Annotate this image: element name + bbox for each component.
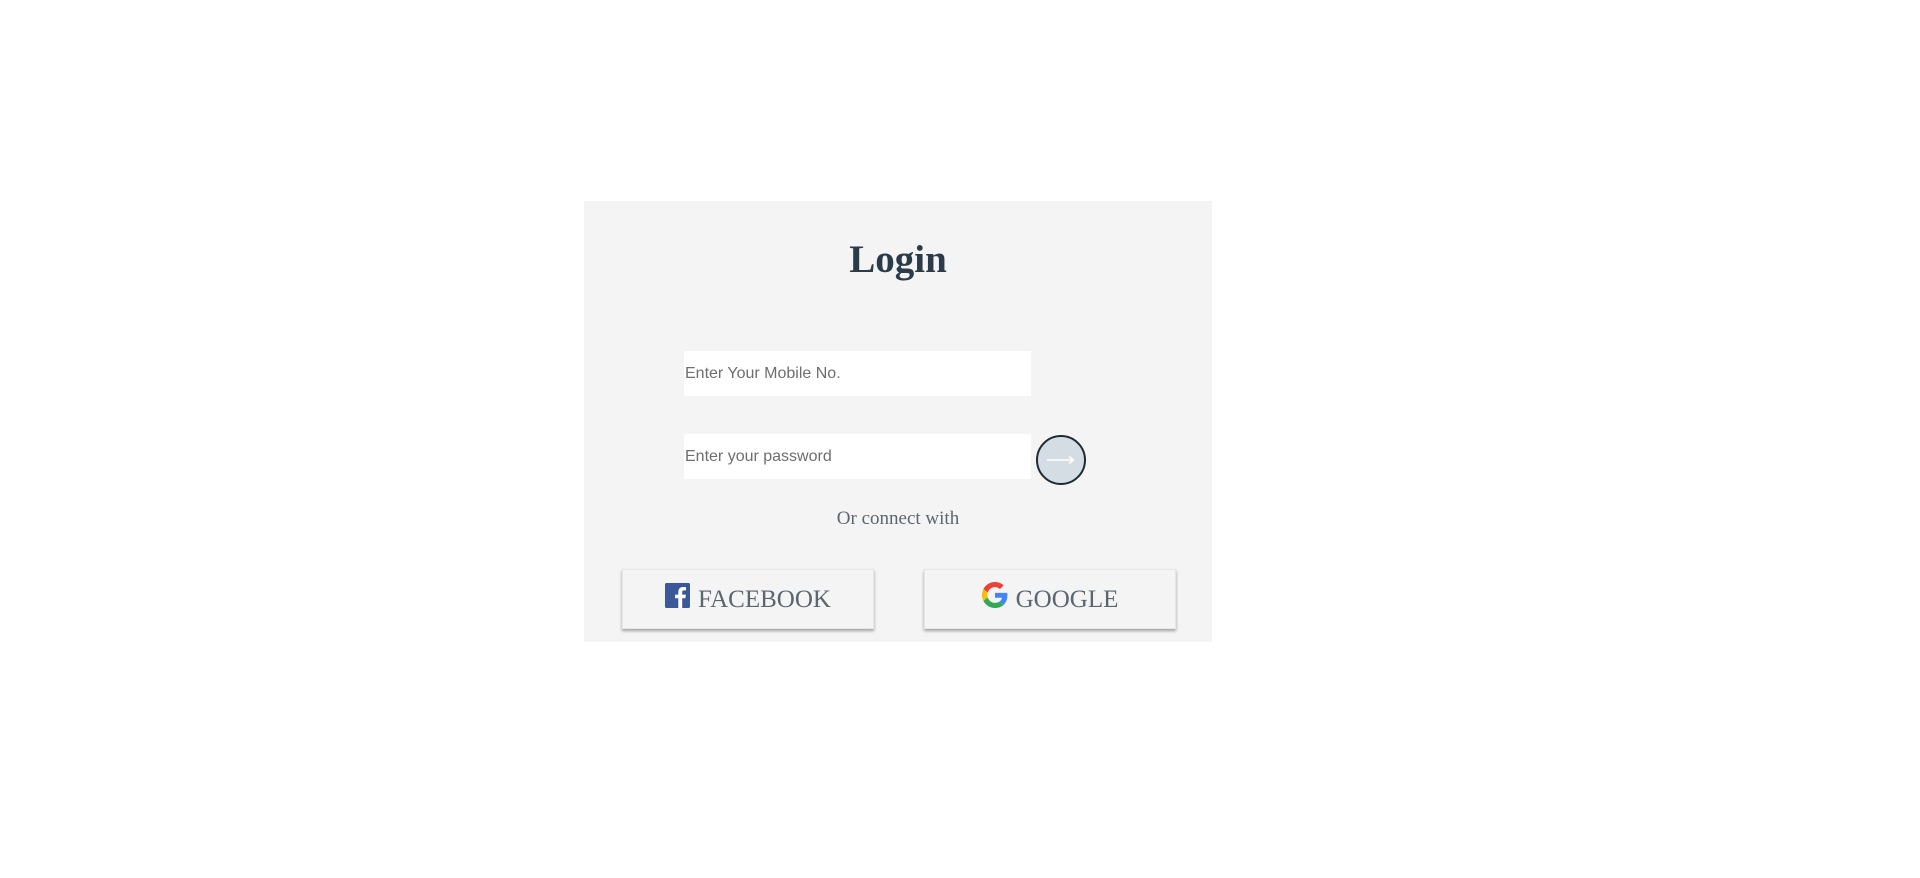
login-card: Login Or connect with FACEBOOK	[584, 201, 1212, 642]
password-input[interactable]	[684, 434, 1031, 479]
facebook-icon	[665, 582, 691, 608]
google-label: GOOGLE	[1015, 585, 1119, 613]
mobile-input[interactable]	[684, 351, 1031, 396]
or-connect-text: Or connect with	[836, 508, 960, 529]
facebook-label: FACEBOOK	[698, 585, 831, 613]
page-title: Login	[849, 238, 947, 281]
submit-button[interactable]	[1036, 435, 1086, 485]
google-icon	[981, 582, 1008, 608]
facebook-login-button[interactable]: FACEBOOK	[622, 569, 874, 629]
google-login-button[interactable]: GOOGLE	[924, 569, 1176, 629]
arrow-right-icon	[1046, 455, 1076, 465]
